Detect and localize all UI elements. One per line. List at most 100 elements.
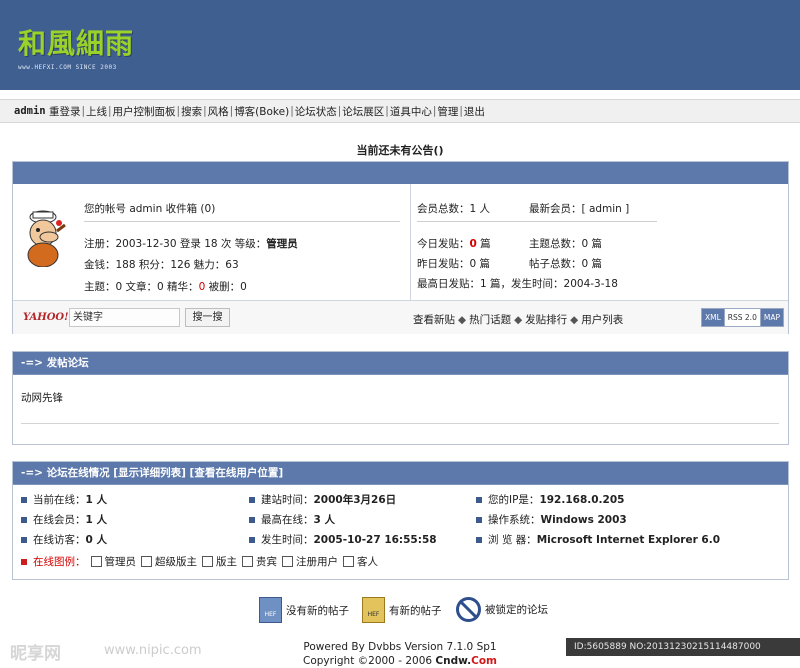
nav-item[interactable]: 退出 <box>464 104 485 119</box>
money-info: 金钱：188 积分：126 魅力：63 <box>84 257 239 272</box>
posts-total: 帖子总数：0 篇 <box>529 256 602 271</box>
bullet-icon <box>249 516 255 523</box>
online-stat-label: 在线访客： <box>33 534 86 546</box>
online-stat: 操作系统： Windows 2003 <box>476 512 627 527</box>
nav-item[interactable]: 风格 <box>208 104 229 119</box>
user-role-icon <box>242 556 253 567</box>
deleted-label: 被删： <box>205 281 241 293</box>
online-stat-value: 192.168.0.205 <box>539 493 625 506</box>
user-info-panel: 您的帐号 admin 收件箱 (0) 注册：2003-12-30 登录 18 次… <box>12 161 789 334</box>
online-stat: 您的IP是： 192.168.0.205 <box>476 492 624 507</box>
online-stat: 浏 览 器： Microsoft Internet Explorer 6.0 <box>476 532 720 547</box>
quick-link-separator: ◆ <box>458 314 467 326</box>
nav-separator: | <box>459 105 463 117</box>
online-panel: -=> 论坛在线情况 [显示详细列表] [查看在线用户位置] 当前在线： 1 人建… <box>12 461 789 580</box>
xml-button[interactable]: XML <box>702 309 724 326</box>
legend-new-label: 有新的帖子 <box>389 604 442 617</box>
members-total: 会员总数：1 人 <box>417 201 490 216</box>
divider <box>21 423 779 424</box>
posts-total-unit: 篇 <box>588 258 603 270</box>
newest-bracket: ] <box>621 203 630 215</box>
site-logo[interactable]: 和風細雨 www.HEFXI.COM SINCE 2003 <box>18 22 134 71</box>
nav-separator: | <box>337 105 342 117</box>
divider <box>417 221 657 222</box>
yesterday-label: 昨日发贴： <box>417 258 470 270</box>
map-button[interactable]: MAP <box>760 309 783 326</box>
legend-no-new-label: 没有新的帖子 <box>286 604 349 617</box>
user-summary: 您的帐号 admin 收件箱 (0) 注册：2003-12-30 登录 18 次… <box>13 184 411 300</box>
watermark-url: www.nipic.com <box>104 643 202 658</box>
online-stat-value: 2000年3月26日 <box>313 494 397 506</box>
nav-item[interactable]: 重登录 <box>49 104 81 119</box>
copyright-brand[interactable]: Cndw. <box>435 655 471 667</box>
nav-item[interactable]: 用户控制面板 <box>113 104 176 119</box>
copyright-brand-suffix[interactable]: Com <box>471 655 497 667</box>
user-role-icon <box>343 556 354 567</box>
nav-item[interactable]: 论坛展区 <box>342 104 384 119</box>
online-stat-label: 在线会员： <box>33 514 86 526</box>
nav-user[interactable]: admin <box>14 105 46 117</box>
max-day-value: 1 <box>480 278 487 290</box>
online-stat-value: 3 人 <box>313 514 335 526</box>
members-label: 会员总数： <box>417 203 470 215</box>
nav-item[interactable]: 搜索 <box>181 104 202 119</box>
nav-item[interactable]: 论坛状态 <box>295 104 337 119</box>
post-info: 主题：0 文章：0 精华：0 被删：0 <box>84 279 247 294</box>
site-header: 和風細雨 www.HEFXI.COM SINCE 2003 <box>0 0 800 90</box>
newest-member: 最新会员：[ admin ] <box>529 201 629 216</box>
search-button[interactable]: 搜一搜 <box>185 308 230 327</box>
topics-total-unit: 篇 <box>588 238 603 250</box>
online-stat-value: 2005-10-27 16:55:58 <box>313 533 437 546</box>
quick-link[interactable]: 热门话题 <box>469 314 511 326</box>
account-line[interactable]: 您的帐号 admin 收件箱 (0) <box>84 201 215 216</box>
forum-stats: 会员总数：1 人 最新会员：[ admin ] 今日发贴：0 篇 主题总数：0 … <box>411 184 788 300</box>
nav-separator: | <box>81 105 85 117</box>
rss-button[interactable]: RSS 2.0 <box>723 309 761 326</box>
announcement[interactable]: 当前还未有公告() <box>0 142 800 158</box>
online-stat-label: 最高在线： <box>261 514 314 526</box>
charm-label: 魅力： <box>190 259 226 271</box>
bullet-icon <box>21 496 27 503</box>
posts-value: 0 <box>157 281 164 293</box>
search-toolbar: YAHOO! 关键字 搜一搜 查看新贴 ◆ 热门话题 ◆ 发贴排行 ◆ 用户列表 XML R… <box>13 300 788 334</box>
online-stat-value: 1 人 <box>85 514 107 526</box>
topics-label: 主题： <box>84 281 116 293</box>
nav-item[interactable]: 管理 <box>437 104 458 119</box>
quick-link[interactable]: 查看新贴 <box>413 314 455 326</box>
login-label: 登录 <box>176 238 205 250</box>
online-stat: 建站时间： 2000年3月26日 <box>249 492 396 507</box>
today-unit: 篇 <box>476 238 491 250</box>
login-count: 18 <box>204 238 218 250</box>
bullet-icon <box>476 496 482 503</box>
money-label: 金钱： <box>84 259 116 271</box>
quick-link[interactable]: 用户列表 <box>581 314 623 326</box>
quick-link[interactable]: 发贴排行 <box>525 314 567 326</box>
today-posts: 今日发贴：0 篇 <box>417 236 491 251</box>
legend-item: 注册用户 <box>296 556 338 568</box>
members-value: 1 人 <box>469 203 491 215</box>
topics-total-label: 主题总数： <box>529 238 582 250</box>
online-stat-label: 发生时间： <box>261 534 314 546</box>
forum-new-icon: HEF <box>362 597 385 623</box>
online-title[interactable]: -=> 论坛在线情况 [显示详细列表] [查看在线用户位置] <box>13 462 788 485</box>
bullet-icon <box>249 536 255 543</box>
legend-locked: 被锁定的论坛 <box>456 597 548 622</box>
nav-item[interactable]: 上线 <box>86 104 107 119</box>
register-label: 注册： <box>84 238 116 250</box>
online-stat-value: Windows 2003 <box>540 513 627 526</box>
yesterday-posts: 昨日发贴：0 篇 <box>417 256 490 271</box>
nav-item[interactable]: 道具中心 <box>390 104 432 119</box>
user-level: 管理员 <box>266 238 298 250</box>
quick-link-separator: ◆ <box>570 314 579 326</box>
forum-link[interactable]: 动网先锋 <box>21 390 63 405</box>
newest-member-link[interactable]: admin <box>589 203 622 215</box>
feed-buttons: XML RSS 2.0 MAP <box>701 308 784 327</box>
yesterday-unit: 篇 <box>476 258 491 270</box>
nav-separator: | <box>176 105 181 117</box>
level-label: 次 等级： <box>217 238 267 250</box>
points-label: 积分： <box>135 259 171 271</box>
search-input[interactable]: 关键字 <box>69 308 180 327</box>
nav-item[interactable]: 博客(Boke) <box>234 104 289 119</box>
bullet-icon <box>21 516 27 523</box>
nav-separator: | <box>203 105 207 117</box>
